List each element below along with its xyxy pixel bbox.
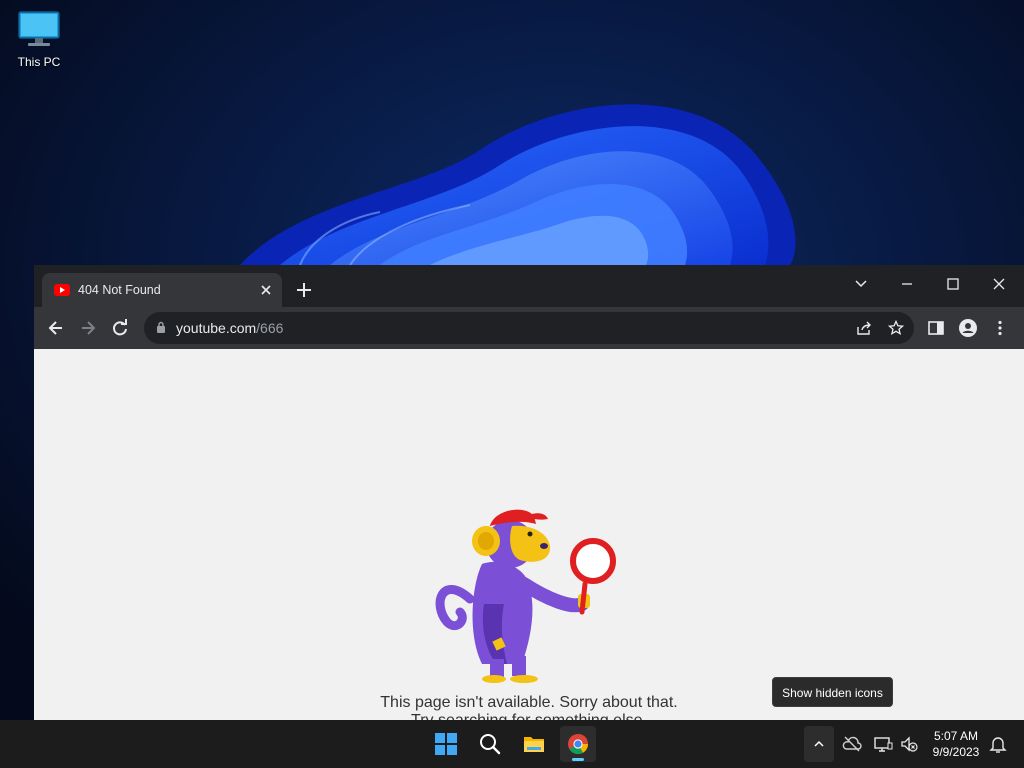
browser-window: 404 Not Found youtube.com/666 This page … — [34, 265, 1024, 720]
page-content: This page isn't available. Sorry about t… — [34, 349, 1024, 720]
reload-icon[interactable] — [111, 319, 129, 337]
onedrive-offline-icon[interactable] — [842, 734, 862, 754]
active-app-indicator — [572, 758, 584, 761]
close-window-icon[interactable] — [988, 273, 1010, 295]
search-icon — [480, 734, 501, 755]
url-text[interactable]: youtube.com/666 — [176, 320, 283, 336]
lock-icon[interactable] — [156, 321, 166, 334]
address-bar[interactable]: youtube.com/666 — [144, 312, 914, 344]
error-suggestion: Try searching for something else. — [34, 712, 1024, 720]
new-tab-icon[interactable] — [294, 280, 314, 300]
url-host: youtube.com — [176, 320, 257, 336]
show-hidden-icons-button[interactable] — [804, 726, 834, 762]
search-button[interactable] — [472, 726, 508, 762]
taskbar-clock[interactable]: 5:07 AM 9/9/2023 — [924, 728, 988, 760]
more-menu-icon[interactable] — [991, 319, 1009, 337]
tab-close-icon[interactable] — [258, 282, 274, 298]
share-icon[interactable] — [856, 320, 872, 336]
url-path: /666 — [256, 320, 284, 336]
start-button[interactable] — [428, 726, 464, 762]
file-explorer-button[interactable] — [516, 726, 552, 762]
profile-icon[interactable] — [959, 319, 977, 337]
notification-bell-icon[interactable] — [988, 734, 1008, 754]
side-panel-icon[interactable] — [927, 319, 945, 337]
star-icon[interactable] — [888, 320, 904, 336]
desktop-icon-this-pc[interactable]: This PC — [10, 10, 68, 69]
chevron-up-icon — [814, 740, 824, 747]
tab-search-icon[interactable] — [850, 273, 872, 295]
tab-active[interactable]: 404 Not Found — [42, 273, 282, 307]
tooltip-show-hidden-icons: Show hidden icons — [772, 677, 893, 707]
chrome-button[interactable] — [560, 726, 596, 762]
minimize-icon[interactable] — [896, 273, 918, 295]
clock-time: 5:07 AM — [933, 729, 979, 743]
monkey-illustration — [435, 509, 616, 683]
clock-date: 9/9/2023 — [932, 745, 980, 759]
volume-muted-icon[interactable] — [899, 734, 919, 754]
browser-toolbar: youtube.com/666 — [34, 307, 1024, 349]
back-icon[interactable] — [47, 319, 65, 337]
network-icon[interactable] — [873, 734, 893, 754]
forward-icon[interactable] — [79, 319, 97, 337]
taskbar: 5:07 AM 9/9/2023 — [0, 720, 1024, 768]
maximize-icon[interactable] — [942, 273, 964, 295]
start-icon — [435, 733, 457, 755]
monitor-icon — [18, 11, 60, 46]
browser-titlebar: 404 Not Found — [34, 265, 1024, 307]
tab-title: 404 Not Found — [78, 283, 161, 297]
chrome-icon — [568, 733, 589, 755]
youtube-icon — [54, 284, 70, 296]
desktop-icon-label: This PC — [17, 55, 61, 69]
file-explorer-icon — [524, 737, 544, 752]
